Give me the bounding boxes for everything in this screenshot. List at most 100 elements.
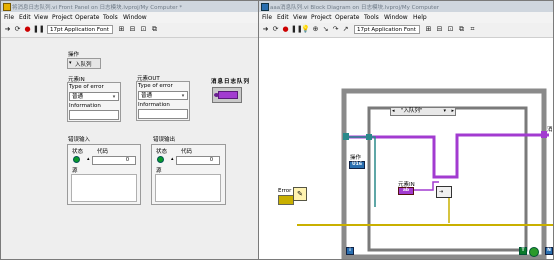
block-diagram-toolbar: ➜ ⟳ ● ❚❚ 💡 ⊕ ↘ ↷ ↗ 17pt Application Font… (259, 23, 553, 38)
error-out-code-field: 0 (176, 156, 220, 165)
stop-button-icon[interactable] (529, 247, 539, 257)
loop-condition-terminal[interactable]: T (519, 247, 527, 255)
font-selector[interactable]: 17pt Application Font (47, 25, 113, 34)
case-selector-input (366, 134, 372, 140)
run-continuously-icon[interactable]: ⟳ (271, 25, 280, 34)
error-in-source-field[interactable] (71, 174, 137, 202)
enum-dropdown-icon[interactable]: ▾ (180, 93, 186, 99)
element-in-info-field[interactable] (69, 110, 119, 120)
element-in-type-enum[interactable]: 普通 ▾ (69, 92, 119, 101)
operation-label: 操作 (68, 52, 80, 58)
case-structure-frame (367, 106, 528, 252)
reorder-icon[interactable]: ⧉ (457, 25, 466, 34)
distribute-icon[interactable]: ⊟ (128, 25, 137, 34)
highlight-execution-icon[interactable]: 💡 (301, 25, 310, 34)
menu-edit[interactable]: Edit (277, 14, 289, 21)
error-in-status-led[interactable] (73, 156, 80, 163)
error-in-cluster: 状态 代码 0 ▴ 源 (67, 144, 141, 205)
element-in-type-value: 普通 (72, 94, 84, 100)
menu-help[interactable]: Help (413, 14, 427, 21)
front-panel-title: 将消息日志队列.vi Front Panel on 日志模块.lvproj/My… (12, 5, 183, 11)
step-over-icon[interactable]: ↷ (331, 25, 340, 34)
pause-icon[interactable]: ❚❚ (291, 25, 303, 34)
run-continuously-icon[interactable]: ⟳ (13, 25, 22, 34)
queue-refnum-dot-icon (214, 93, 219, 97)
menu-edit[interactable]: Edit (19, 14, 31, 21)
align-icon[interactable]: ⊞ (424, 25, 433, 34)
menu-operate[interactable]: Operate (335, 14, 359, 21)
front-panel-titlebar[interactable]: 将消息日志队列.vi Front Panel on 日志模块.lvproj/My… (1, 1, 261, 12)
error-in-status-label: 状态 (72, 149, 84, 155)
enqueue-element-icon: ⇥ (439, 189, 444, 195)
error-in-label: 错误输入 (68, 137, 91, 143)
align-icon[interactable]: ⊞ (117, 25, 126, 34)
loop-iteration-terminal: i (346, 247, 354, 255)
block-diagram-title: aaa消息队列.vi Block Diagram on 日志模块.lvproj/… (270, 5, 439, 11)
step-into-icon[interactable]: ↘ (321, 25, 330, 34)
operation-terminal-label: 操作 (350, 155, 362, 161)
case-dropdown-icon[interactable]: ▾ (443, 108, 446, 115)
run-arrow-icon[interactable]: ➜ (3, 25, 12, 34)
case-increment-icon[interactable]: ▸ (451, 108, 454, 115)
enqueue-element-node[interactable]: ⇥ (436, 186, 452, 198)
menu-operate[interactable]: Operate (75, 14, 99, 21)
menu-project[interactable]: Project (311, 14, 332, 21)
element-out-info-field[interactable] (138, 109, 188, 119)
element-in-cluster: Type of error 普通 ▾ Information (67, 82, 121, 122)
run-arrow-icon[interactable]: ➜ (261, 25, 270, 34)
enum-dropdown-icon[interactable]: ▾ (111, 94, 117, 100)
element-in-info-label: Information (69, 103, 101, 109)
reorder-icon[interactable]: ⧉ (150, 25, 159, 34)
menu-window[interactable]: Window (384, 14, 408, 21)
resize-icon[interactable]: ⊡ (139, 25, 148, 34)
element-out-type-label: Type of error (138, 83, 173, 89)
distribute-icon[interactable]: ⊟ (435, 25, 444, 34)
menu-file[interactable]: File (4, 14, 14, 21)
error-out-code-label: 代码 (181, 149, 193, 155)
error-out-source-label: 源 (156, 168, 162, 174)
front-panel-window: 将消息日志队列.vi Front Panel on 日志模块.lvproj/My… (0, 0, 262, 260)
case-selector[interactable]: ◂ "入队列" ▾ ▸ (390, 107, 456, 116)
block-diagram-window: aaa消息队列.vi Block Diagram on 日志模块.lvproj/… (258, 0, 554, 260)
error-in-code-decrement-icon[interactable]: ▴ (87, 156, 90, 162)
case-decrement-icon[interactable]: ◂ (392, 108, 395, 115)
queue-refnum-control[interactable] (212, 87, 242, 103)
resize-icon[interactable]: ⊡ (446, 25, 455, 34)
font-selector[interactable]: 17pt Application Font (354, 25, 420, 34)
right-edge-label: 消 (547, 127, 553, 133)
element-out-cluster: Type of error 普通 ▾ Information (136, 81, 190, 121)
element-out-type-enum[interactable]: 普通 ▾ (138, 91, 188, 100)
menu-file[interactable]: File (262, 14, 272, 21)
queue-wire-out (449, 133, 549, 179)
element-out-info-label: Information (138, 102, 170, 108)
element-in-terminal[interactable]: ab (398, 187, 414, 195)
pause-icon[interactable]: ❚❚ (33, 25, 45, 34)
step-out-icon[interactable]: ↗ (341, 25, 350, 34)
block-diagram-canvas (297, 88, 553, 259)
error-out-cluster: 状态 代码 0 ▴ 源 (151, 144, 226, 205)
retain-wire-values-icon[interactable]: ⊕ (311, 25, 320, 34)
abort-icon[interactable]: ● (23, 25, 32, 34)
operation-ring[interactable]: ▾ 入队列 (67, 58, 101, 69)
menu-project[interactable]: Project (52, 14, 73, 21)
clean-up-icon[interactable]: ⌗ (468, 25, 477, 34)
operation-terminal[interactable]: U16 (349, 161, 365, 169)
block-diagram-titlebar[interactable]: aaa消息队列.vi Block Diagram on 日志模块.lvproj/… (259, 1, 553, 12)
block-diagram-app-icon (261, 3, 269, 11)
menu-window[interactable]: Window (123, 14, 147, 21)
error-in-source-label: 源 (72, 168, 78, 174)
error-out-label: 错误输出 (153, 137, 176, 143)
error-in-code-field[interactable]: 0 (92, 156, 136, 165)
error-handler-icon[interactable]: ✎ (293, 187, 307, 201)
error-cluster-constant[interactable] (278, 195, 294, 205)
menu-tools[interactable]: Tools (364, 14, 379, 21)
queue-refnum-label: 消息日志队列 (211, 79, 251, 85)
ring-decrement-icon[interactable]: ▾ (69, 60, 73, 67)
menu-view[interactable]: View (34, 14, 48, 21)
menu-tools[interactable]: Tools (103, 14, 118, 21)
labview-app-icon (3, 3, 11, 11)
menu-view[interactable]: View (293, 14, 307, 21)
abort-icon[interactable]: ● (281, 25, 290, 34)
front-panel-toolbar: ➜ ⟳ ● ❚❚ 17pt Application Font ⊞ ⊟ ⊡ ⧉ (1, 23, 261, 38)
left-tunnel (343, 133, 349, 140)
